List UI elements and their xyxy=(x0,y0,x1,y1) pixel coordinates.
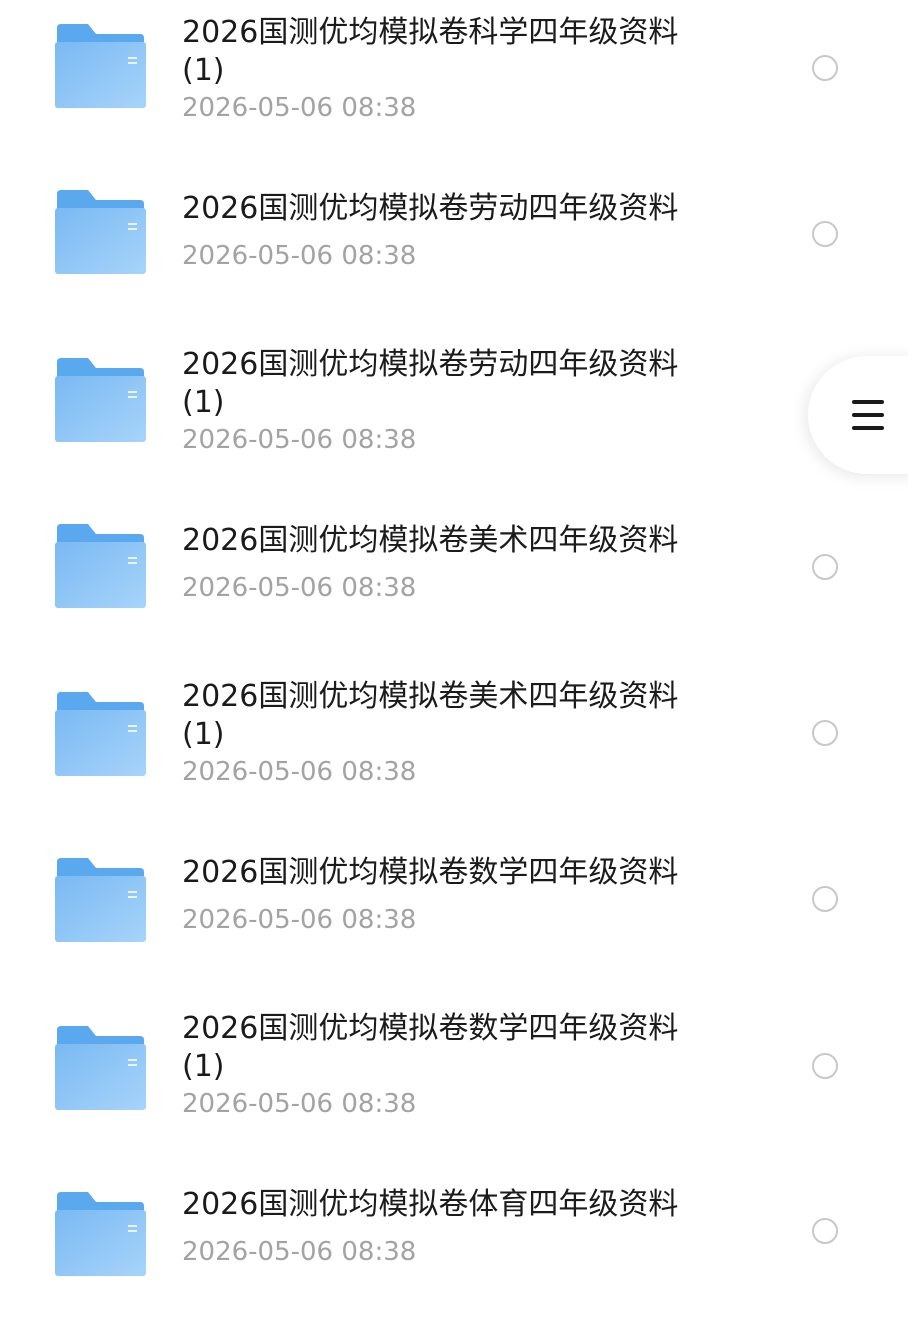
file-row[interactable]: 2026国测优均模拟卷体育四年级资料 2026-05-06 08:38 xyxy=(0,1162,908,1328)
select-radio[interactable] xyxy=(812,720,838,746)
select-radio[interactable] xyxy=(812,1053,838,1079)
file-date: 2026-05-06 08:38 xyxy=(182,1237,417,1267)
file-date: 2026-05-06 08:38 xyxy=(182,905,417,935)
file-row[interactable]: 2026国测优均模拟卷数学四年级资料 2026-05-06 08:38 xyxy=(0,830,908,996)
file-row[interactable]: 2026国测优均模拟卷劳动四年级资料 2026-05-06 08:38 xyxy=(0,166,908,332)
file-row[interactable]: 2026国测优均模拟卷科学四年级资料 (1) 2026-05-06 08:38 xyxy=(0,0,908,166)
file-row[interactable]: 2026国测优均模拟卷劳动四年级资料 (1) 2026-05-06 08:38 xyxy=(0,332,908,498)
select-radio[interactable] xyxy=(812,55,838,81)
folder-icon xyxy=(54,1192,146,1276)
select-radio[interactable] xyxy=(812,221,838,247)
file-name-suffix: (1) xyxy=(182,717,225,752)
folder-icon xyxy=(54,1026,146,1110)
folder-icon xyxy=(54,358,146,442)
file-row[interactable]: 2026国测优均模拟卷美术四年级资料 (1) 2026-05-06 08:38 xyxy=(0,664,908,830)
file-date: 2026-05-06 08:38 xyxy=(182,573,417,603)
file-date: 2026-05-06 08:38 xyxy=(182,425,417,455)
file-name-suffix: (1) xyxy=(182,385,225,420)
folder-icon xyxy=(54,24,146,108)
folder-icon xyxy=(54,858,146,942)
file-date: 2026-05-06 08:38 xyxy=(182,93,417,123)
folder-icon xyxy=(54,692,146,776)
file-name: 2026国测优均模拟卷美术四年级资料 xyxy=(182,679,679,714)
file-name: 2026国测优均模拟卷体育四年级资料 xyxy=(182,1187,679,1222)
file-name-suffix: (1) xyxy=(182,53,225,88)
folder-icon xyxy=(54,524,146,608)
select-radio[interactable] xyxy=(812,886,838,912)
file-row[interactable]: 2026国测优均模拟卷数学四年级资料 (1) 2026-05-06 08:38 xyxy=(0,996,908,1162)
file-name: 2026国测优均模拟卷数学四年级资料 xyxy=(182,855,679,890)
file-name: 2026国测优均模拟卷科学四年级资料 xyxy=(182,15,679,50)
hamburger-menu-icon xyxy=(852,400,884,430)
file-date: 2026-05-06 08:38 xyxy=(182,241,417,271)
select-radio[interactable] xyxy=(812,554,838,580)
select-radio[interactable] xyxy=(812,1218,838,1244)
file-name: 2026国测优均模拟卷美术四年级资料 xyxy=(182,523,679,558)
file-row[interactable]: 2026国测优均模拟卷美术四年级资料 2026-05-06 08:38 xyxy=(0,498,908,664)
file-date: 2026-05-06 08:38 xyxy=(182,757,417,787)
file-name: 2026国测优均模拟卷数学四年级资料 xyxy=(182,1011,679,1046)
folder-icon xyxy=(54,190,146,274)
file-date: 2026-05-06 08:38 xyxy=(182,1089,417,1119)
file-name-suffix: (1) xyxy=(182,1049,225,1084)
file-list: 2026国测优均模拟卷科学四年级资料 (1) 2026-05-06 08:38 … xyxy=(0,0,908,1280)
file-name: 2026国测优均模拟卷劳动四年级资料 xyxy=(182,191,679,226)
file-name: 2026国测优均模拟卷劳动四年级资料 xyxy=(182,347,679,382)
